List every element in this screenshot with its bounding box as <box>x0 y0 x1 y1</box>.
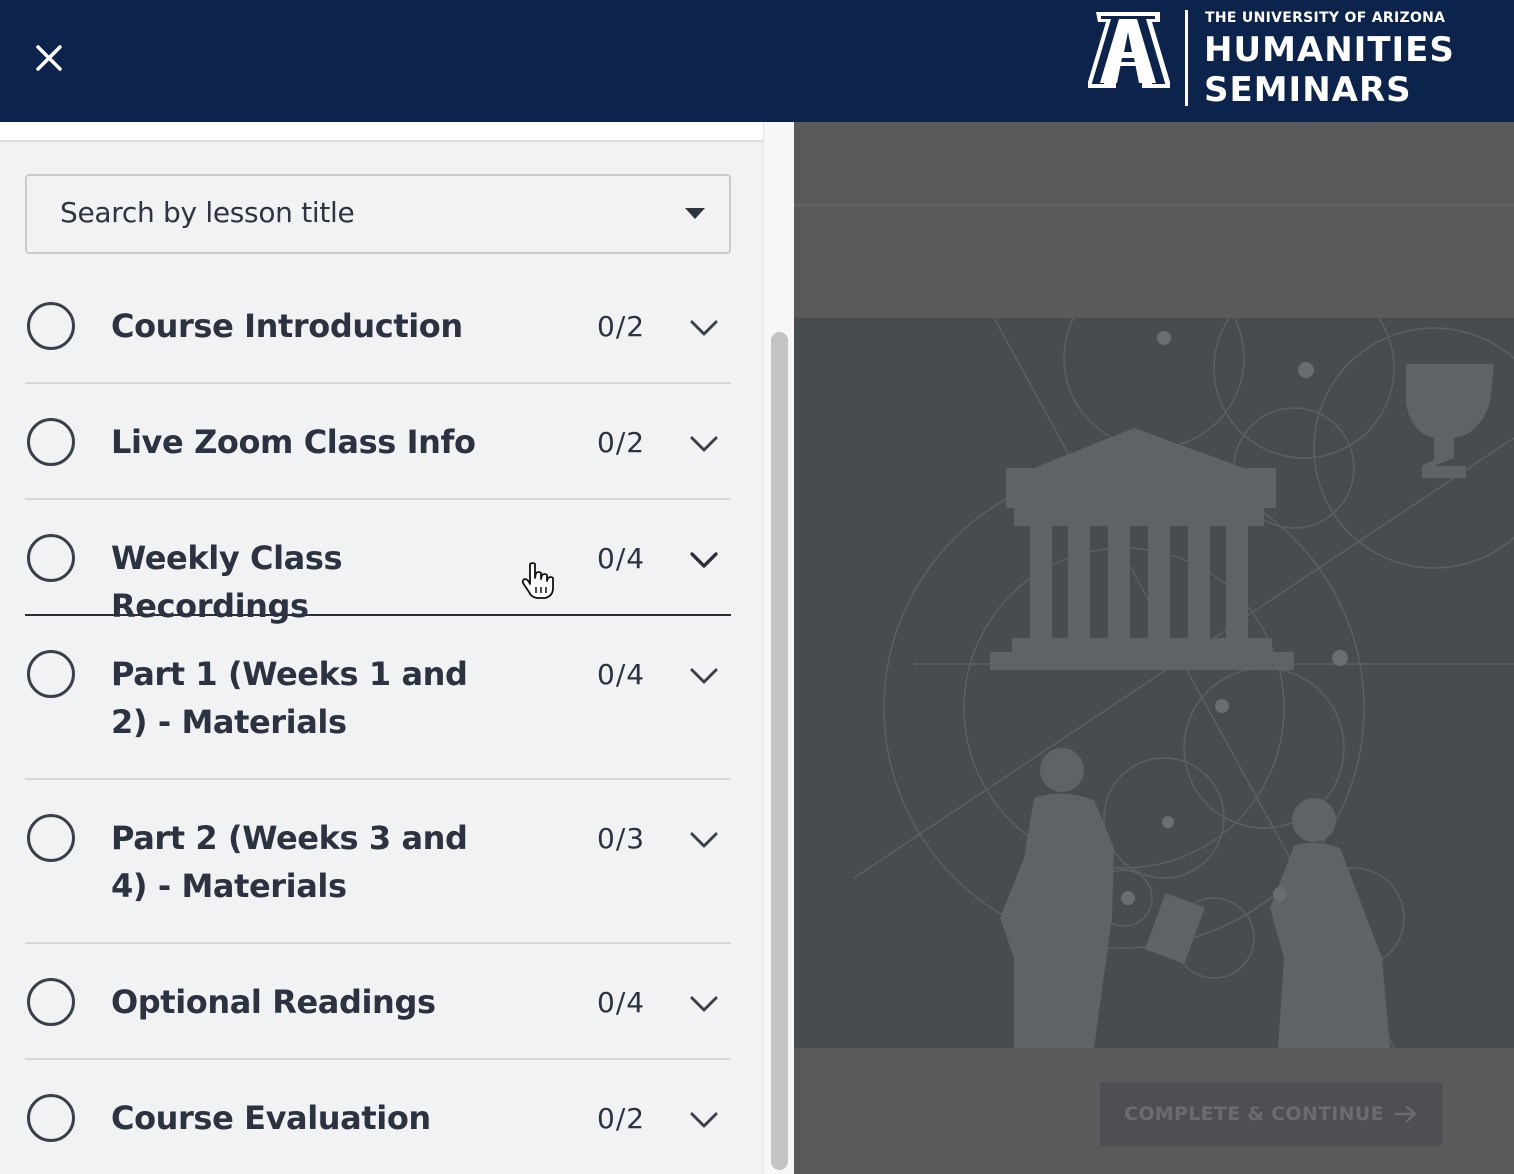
section-weekly-class-recordings[interactable]: Weekly Class Recordings 0/4 <box>25 500 731 625</box>
logo-university-text: THE UNIVERSITY OF ARIZONA <box>1205 10 1446 26</box>
progress-circle-icon <box>27 650 75 698</box>
section-course-introduction[interactable]: Course Introduction 0/2 <box>25 266 731 384</box>
section-part-2-materials[interactable]: Part 2 (Weeks 3 and 4) - Materials 0/3 <box>25 780 731 944</box>
progress-circle-icon <box>27 302 75 350</box>
section-progress-count: 0/3 <box>597 822 646 855</box>
hand-cursor-icon <box>521 562 554 599</box>
section-optional-readings[interactable]: Optional Readings 0/4 <box>25 944 731 1060</box>
chevron-down-icon[interactable] <box>689 550 719 570</box>
top-bar: THE UNIVERSITY OF ARIZONA HUMANITIES SEM… <box>0 0 1514 122</box>
main-content-overlay: COMPLETE & CONTINUE <box>794 122 1514 1174</box>
section-title: Part 1 (Weeks 1 and 2) - Materials <box>111 655 468 741</box>
section-progress-count: 0/2 <box>597 426 646 459</box>
section-title: Course Introduction <box>111 307 463 345</box>
close-icon <box>36 45 62 71</box>
section-title: Optional Readings <box>111 983 436 1021</box>
chevron-down-icon[interactable] <box>689 994 719 1014</box>
section-title: Course Evaluation <box>111 1099 431 1137</box>
section-title: Live Zoom Class Info <box>111 423 476 461</box>
chevron-down-icon[interactable] <box>689 1110 719 1130</box>
caret-down-icon <box>685 208 705 219</box>
logo-title-line2: SEMINARS <box>1204 70 1412 110</box>
close-sidebar-button[interactable] <box>22 36 76 80</box>
section-title: Part 2 (Weeks 3 and 4) - Materials <box>111 819 468 905</box>
progress-circle-icon <box>27 978 75 1026</box>
course-hero-image <box>794 318 1514 1048</box>
progress-circle-icon <box>27 814 75 862</box>
main-divider <box>794 204 1514 206</box>
sidebar-scrollbar[interactable] <box>763 122 794 1174</box>
chevron-down-icon[interactable] <box>689 830 719 850</box>
section-part-1-materials[interactable]: Part 1 (Weeks 1 and 2) - Materials 0/4 <box>25 616 731 780</box>
chevron-down-icon[interactable] <box>689 434 719 454</box>
section-progress-count: 0/2 <box>597 310 646 343</box>
course-sidebar: Search by lesson title Course Introducti… <box>0 122 794 1174</box>
scrollbar-thumb[interactable] <box>771 332 788 1170</box>
chevron-down-icon[interactable] <box>689 318 719 338</box>
logo-divider <box>1185 10 1188 106</box>
section-course-evaluation[interactable]: Course Evaluation 0/2 <box>25 1060 731 1174</box>
progress-circle-icon <box>27 1094 75 1142</box>
block-a-icon <box>1088 12 1170 88</box>
section-list: Course Introduction 0/2 Live Zoom Class … <box>25 266 731 1174</box>
section-progress-count: 0/4 <box>597 542 646 575</box>
lesson-search-select[interactable]: Search by lesson title <box>25 174 731 254</box>
classical-illustration-image <box>853 318 1514 1048</box>
section-live-zoom-class-info[interactable]: Live Zoom Class Info 0/2 <box>25 384 731 500</box>
search-placeholder: Search by lesson title <box>60 196 355 229</box>
complete-button-label: COMPLETE & CONTINUE <box>1124 1103 1384 1125</box>
section-progress-count: 0/2 <box>597 1102 646 1135</box>
progress-circle-icon <box>27 418 75 466</box>
logo-title-line1: HUMANITIES <box>1204 30 1455 70</box>
progress-circle-icon <box>27 534 75 582</box>
section-progress-count: 0/4 <box>597 658 646 691</box>
sidebar-top-strip <box>0 122 763 142</box>
section-progress-count: 0/4 <box>597 986 646 1019</box>
complete-and-continue-button[interactable]: COMPLETE & CONTINUE <box>1100 1082 1442 1146</box>
university-logo[interactable]: THE UNIVERSITY OF ARIZONA HUMANITIES SEM… <box>1082 8 1472 108</box>
arrow-right-icon <box>1394 1105 1417 1123</box>
chevron-down-icon[interactable] <box>689 666 719 686</box>
